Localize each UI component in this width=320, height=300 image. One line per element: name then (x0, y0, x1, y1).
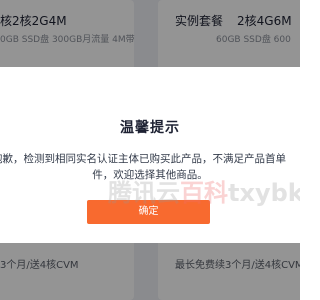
dialog-message-line-1: 抱歉，检测到相同实名认证主体已购买此产品，不满足产品首单 (0, 153, 286, 165)
alert-dialog: 温馨提示 抱歉，检测到相同实名认证主体已购买此产品，不满足产品首单 件，欢迎选择… (0, 67, 300, 243)
watermark-suffix: txybk.com (228, 179, 300, 207)
watermark-accent: 百科 (180, 179, 228, 207)
site-watermark: 腾讯云百科txybk.com (108, 173, 300, 208)
watermark-prefix: 腾讯云 (108, 179, 180, 207)
dialog-title: 温馨提示 (120, 120, 180, 136)
page: 核2核2G4M 0GB SSD盘 300GB月流量 4M带 3个月/送4核CVM… (0, 0, 300, 300)
